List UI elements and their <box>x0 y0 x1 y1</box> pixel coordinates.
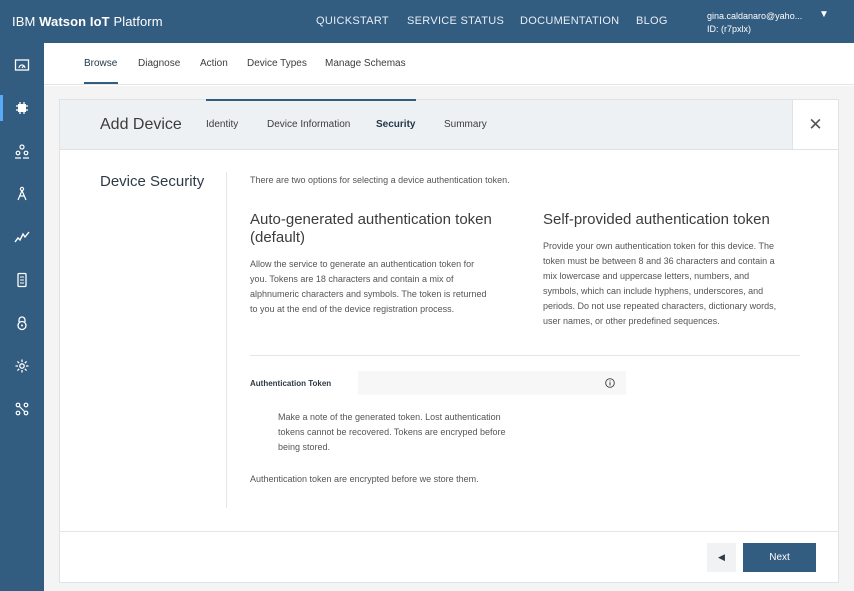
back-button[interactable]: ◀ <box>707 543 736 572</box>
next-button[interactable]: Next <box>743 543 816 572</box>
rail-settings[interactable] <box>0 351 44 381</box>
tab-device-types[interactable]: Device Types <box>247 58 307 69</box>
self-token-heading: Self-provided authentication token <box>543 211 770 228</box>
brand-logo[interactable]: IBM Watson IoT Platform <box>12 14 163 29</box>
rail-devices[interactable] <box>0 93 44 123</box>
boards-icon <box>14 59 30 71</box>
description-line: mix lowercase and uppercase letters, num… <box>543 271 750 281</box>
user-menu-caret-icon[interactable]: ▼ <box>819 9 829 20</box>
active-tab-indicator <box>84 82 118 84</box>
description-line: to you at the end of the device registra… <box>250 304 455 314</box>
close-button[interactable]: ✕ <box>792 100 838 149</box>
description-line: token must be between 8 and 36 character… <box>543 256 775 266</box>
rail-usage[interactable] <box>0 222 44 252</box>
extensions-icon <box>15 402 29 416</box>
description-line: Allow the service to generate an authent… <box>250 259 475 269</box>
brand-name: Watson IoT <box>39 14 110 29</box>
tab-browse[interactable]: Browse <box>84 58 117 69</box>
description-line: you. Tokens are 18 characters and contai… <box>250 274 454 284</box>
devices-icon <box>16 102 28 114</box>
rules-icon <box>17 186 27 201</box>
members-icon <box>15 144 29 159</box>
rail-members[interactable] <box>0 136 44 166</box>
settings-icon <box>15 359 29 373</box>
auto-token-heading: Auto-generated authentication token (def… <box>250 211 492 247</box>
step-device-information[interactable]: Device Information <box>267 119 350 130</box>
nav-service-status[interactable]: SERVICE STATUS <box>407 15 504 27</box>
note-line: tokens cannot be recovered. Tokens are e… <box>278 427 506 437</box>
nav-blog[interactable]: BLOG <box>636 15 668 27</box>
step-summary[interactable]: Summary <box>444 119 487 130</box>
dialog-header: Add Device Identity Device Information S… <box>60 99 838 150</box>
left-rail <box>0 43 44 591</box>
rail-security[interactable] <box>0 308 44 338</box>
rail-extensions[interactable] <box>0 394 44 424</box>
self-token-description: Provide your own authentication token fo… <box>543 239 776 329</box>
vertical-divider <box>226 172 227 508</box>
rail-boards[interactable] <box>0 50 44 80</box>
auth-token-input[interactable] <box>358 371 626 395</box>
info-icon[interactable] <box>605 378 615 388</box>
close-icon: ✕ <box>808 114 823 134</box>
auto-token-heading-line: (default) <box>250 229 306 246</box>
note-line: being stored. <box>278 442 331 452</box>
encryption-note: Authentication token are encrypted befor… <box>250 474 479 484</box>
security-icon <box>17 316 27 331</box>
user-menu[interactable]: gina.caldanaro@yaho... ID: (r7pxlx) <box>707 10 802 36</box>
rail-rules[interactable] <box>0 179 44 209</box>
description-line: symbols, which can include hyphens, unde… <box>543 286 764 296</box>
apps-icon <box>17 272 27 288</box>
intro-text: There are two options for selecting a de… <box>250 175 510 185</box>
token-note: Make a note of the generated token. Lost… <box>278 410 538 455</box>
note-line: Make a note of the generated token. Lost… <box>278 412 501 422</box>
step-identity[interactable]: Identity <box>206 119 238 130</box>
chevron-left-icon: ◀ <box>718 552 725 562</box>
description-line: alphnumeric characters and symbols. The … <box>250 289 487 299</box>
nav-documentation[interactable]: DOCUMENTATION <box>520 15 619 27</box>
sub-nav: Browse Diagnose Action Device Types Mana… <box>44 43 854 85</box>
tab-diagnose[interactable]: Diagnose <box>138 58 180 69</box>
dialog-title: Add Device <box>100 116 182 133</box>
rail-apps[interactable] <box>0 265 44 295</box>
section-title: Device Security <box>100 173 205 190</box>
horizontal-divider <box>250 355 800 356</box>
step-progress-bar <box>206 99 416 101</box>
usage-icon <box>14 231 30 243</box>
description-line: user names, or other predefined sequence… <box>543 316 720 326</box>
auth-token-label: Authentication Token <box>250 379 332 388</box>
nav-quickstart[interactable]: QUICKSTART <box>316 15 389 27</box>
auto-token-description: Allow the service to generate an authent… <box>250 257 486 317</box>
description-line: Provide your own authentication token fo… <box>543 241 774 251</box>
user-id: ID: (r7pxlx) <box>707 24 752 34</box>
user-email: gina.caldanaro@yaho... <box>707 11 803 21</box>
tab-action[interactable]: Action <box>200 58 228 69</box>
add-device-dialog: Add Device Identity Device Information S… <box>59 99 839 583</box>
tab-manage-schemas[interactable]: Manage Schemas <box>325 58 406 69</box>
footer-divider <box>60 531 838 532</box>
brand-suffix: Platform <box>113 14 163 29</box>
top-bar: IBM Watson IoT Platform QUICKSTART SERVI… <box>0 0 854 43</box>
step-security[interactable]: Security <box>376 119 415 130</box>
auto-token-heading-line: Auto-generated authentication token <box>250 211 492 228</box>
brand-prefix: IBM <box>12 14 36 29</box>
description-line: periods. Do not use repeated characters,… <box>543 301 777 311</box>
